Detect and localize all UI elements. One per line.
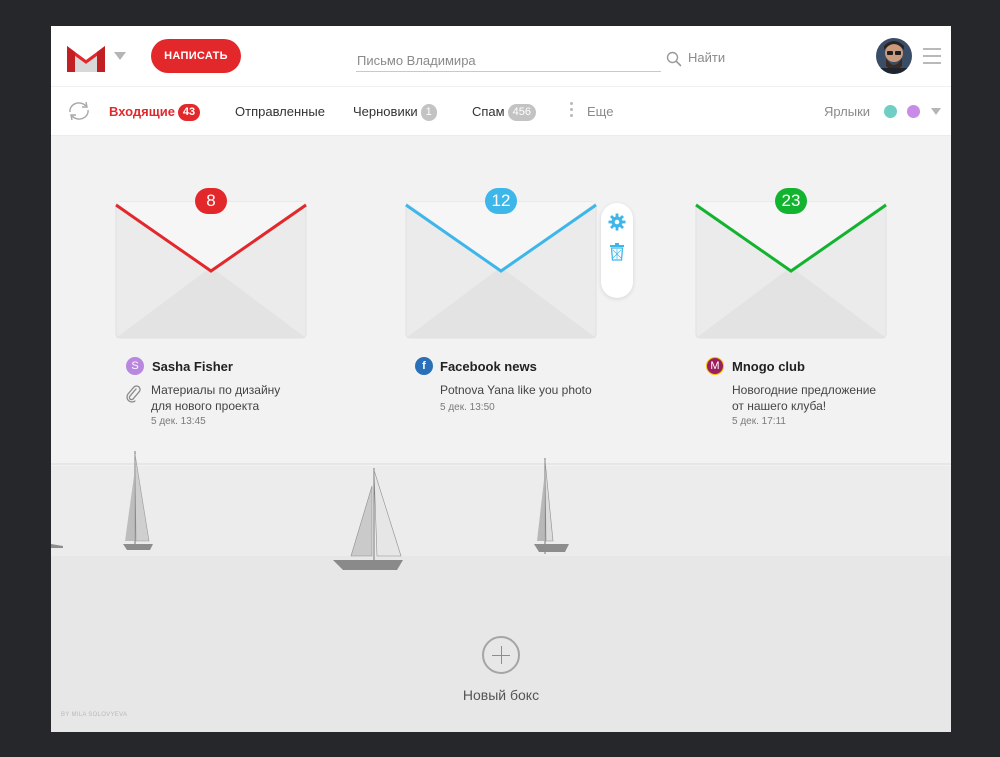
- more-dots-icon[interactable]: [570, 102, 574, 120]
- message-date: 5 дек. 17:11: [732, 416, 786, 427]
- label-dot-teal[interactable]: [884, 105, 897, 118]
- gear-icon[interactable]: [608, 213, 626, 231]
- account-switch-caret-icon[interactable]: [114, 52, 126, 60]
- tab-inbox-label: Входящие: [109, 104, 175, 119]
- message-line: Материалы по дизайну: [151, 383, 281, 397]
- compose-button[interactable]: НАПИСАТЬ: [151, 39, 241, 73]
- message-line: для нового проекта: [151, 399, 260, 413]
- sender-name[interactable]: Facebook news: [440, 359, 537, 374]
- avatar[interactable]: [876, 38, 912, 74]
- unread-count-badge: 23: [775, 188, 807, 214]
- top-bar: НАПИСАТЬ Найти: [51, 26, 951, 86]
- box-actions-panel: [601, 203, 633, 298]
- sender-name[interactable]: Sasha Fisher: [152, 359, 233, 374]
- tab-spam-label: Спам: [472, 104, 505, 119]
- menu-icon[interactable]: [923, 48, 941, 69]
- message-date: 5 дек. 13:50: [440, 402, 495, 413]
- envelope-icon: [405, 201, 597, 339]
- tab-sent[interactable]: Отправленные: [235, 104, 325, 119]
- search-button[interactable]: Найти: [688, 50, 725, 65]
- tab-inbox[interactable]: Входящие 43: [109, 104, 201, 122]
- message-preview[interactable]: Новогодние предложение от нашего клуба!: [732, 382, 876, 414]
- sender-avatar-icon: S: [126, 357, 144, 375]
- attachment-paperclip-icon: [126, 385, 141, 403]
- search-input[interactable]: [356, 49, 661, 72]
- labels-title[interactable]: Ярлыки: [824, 104, 870, 119]
- message-line: от нашего клуба!: [732, 399, 827, 413]
- envelope-icon: [115, 201, 307, 339]
- app-window: НАПИСАТЬ Найти: [51, 26, 951, 732]
- search-icon[interactable]: [666, 51, 682, 67]
- gmail-logo-icon[interactable]: [65, 42, 107, 72]
- message-line: Новогодние предложение: [732, 383, 877, 397]
- message-date: 5 дек. 13:45: [151, 416, 206, 427]
- spam-count-badge: 456: [507, 104, 536, 122]
- labels-dropdown-icon[interactable]: [931, 108, 941, 115]
- drafts-count-badge: 1: [420, 104, 437, 122]
- label-dot-purple[interactable]: [907, 105, 920, 118]
- add-box-button[interactable]: [482, 636, 520, 674]
- envelope-icon: [695, 201, 887, 339]
- refresh-icon[interactable]: [66, 100, 92, 122]
- tab-drafts[interactable]: Черновики 1: [353, 104, 437, 122]
- user-avatar-icon: [876, 38, 912, 74]
- unread-count-badge: 12: [485, 188, 517, 214]
- tab-more-label: Еще: [587, 104, 614, 119]
- author-credit: BY MILA SOLOVYEVA: [61, 712, 128, 718]
- tab-drafts-label: Черновики: [353, 104, 418, 119]
- facebook-icon: f: [415, 357, 433, 375]
- tab-sent-label: Отправленные: [235, 104, 325, 119]
- message-preview[interactable]: Potnova Yana like you photo: [440, 382, 592, 398]
- message-line: Potnova Yana like you photo: [440, 383, 592, 397]
- inbox-count-badge: 43: [177, 104, 201, 122]
- message-preview[interactable]: Материалы по дизайну для нового проекта: [151, 382, 280, 414]
- unread-count-badge: 8: [195, 188, 227, 214]
- mnogo-club-icon: M: [706, 357, 724, 375]
- new-box-label[interactable]: Новый бокс: [461, 687, 541, 703]
- folder-tabs-bar: Входящие 43 Отправленные Черновики 1 Спам 4…: [51, 86, 951, 136]
- trash-icon[interactable]: [609, 243, 625, 261]
- tab-more[interactable]: Еще: [587, 104, 613, 119]
- sender-name[interactable]: Mnogo club: [732, 359, 805, 374]
- tab-spam[interactable]: Спам 456: [472, 104, 536, 122]
